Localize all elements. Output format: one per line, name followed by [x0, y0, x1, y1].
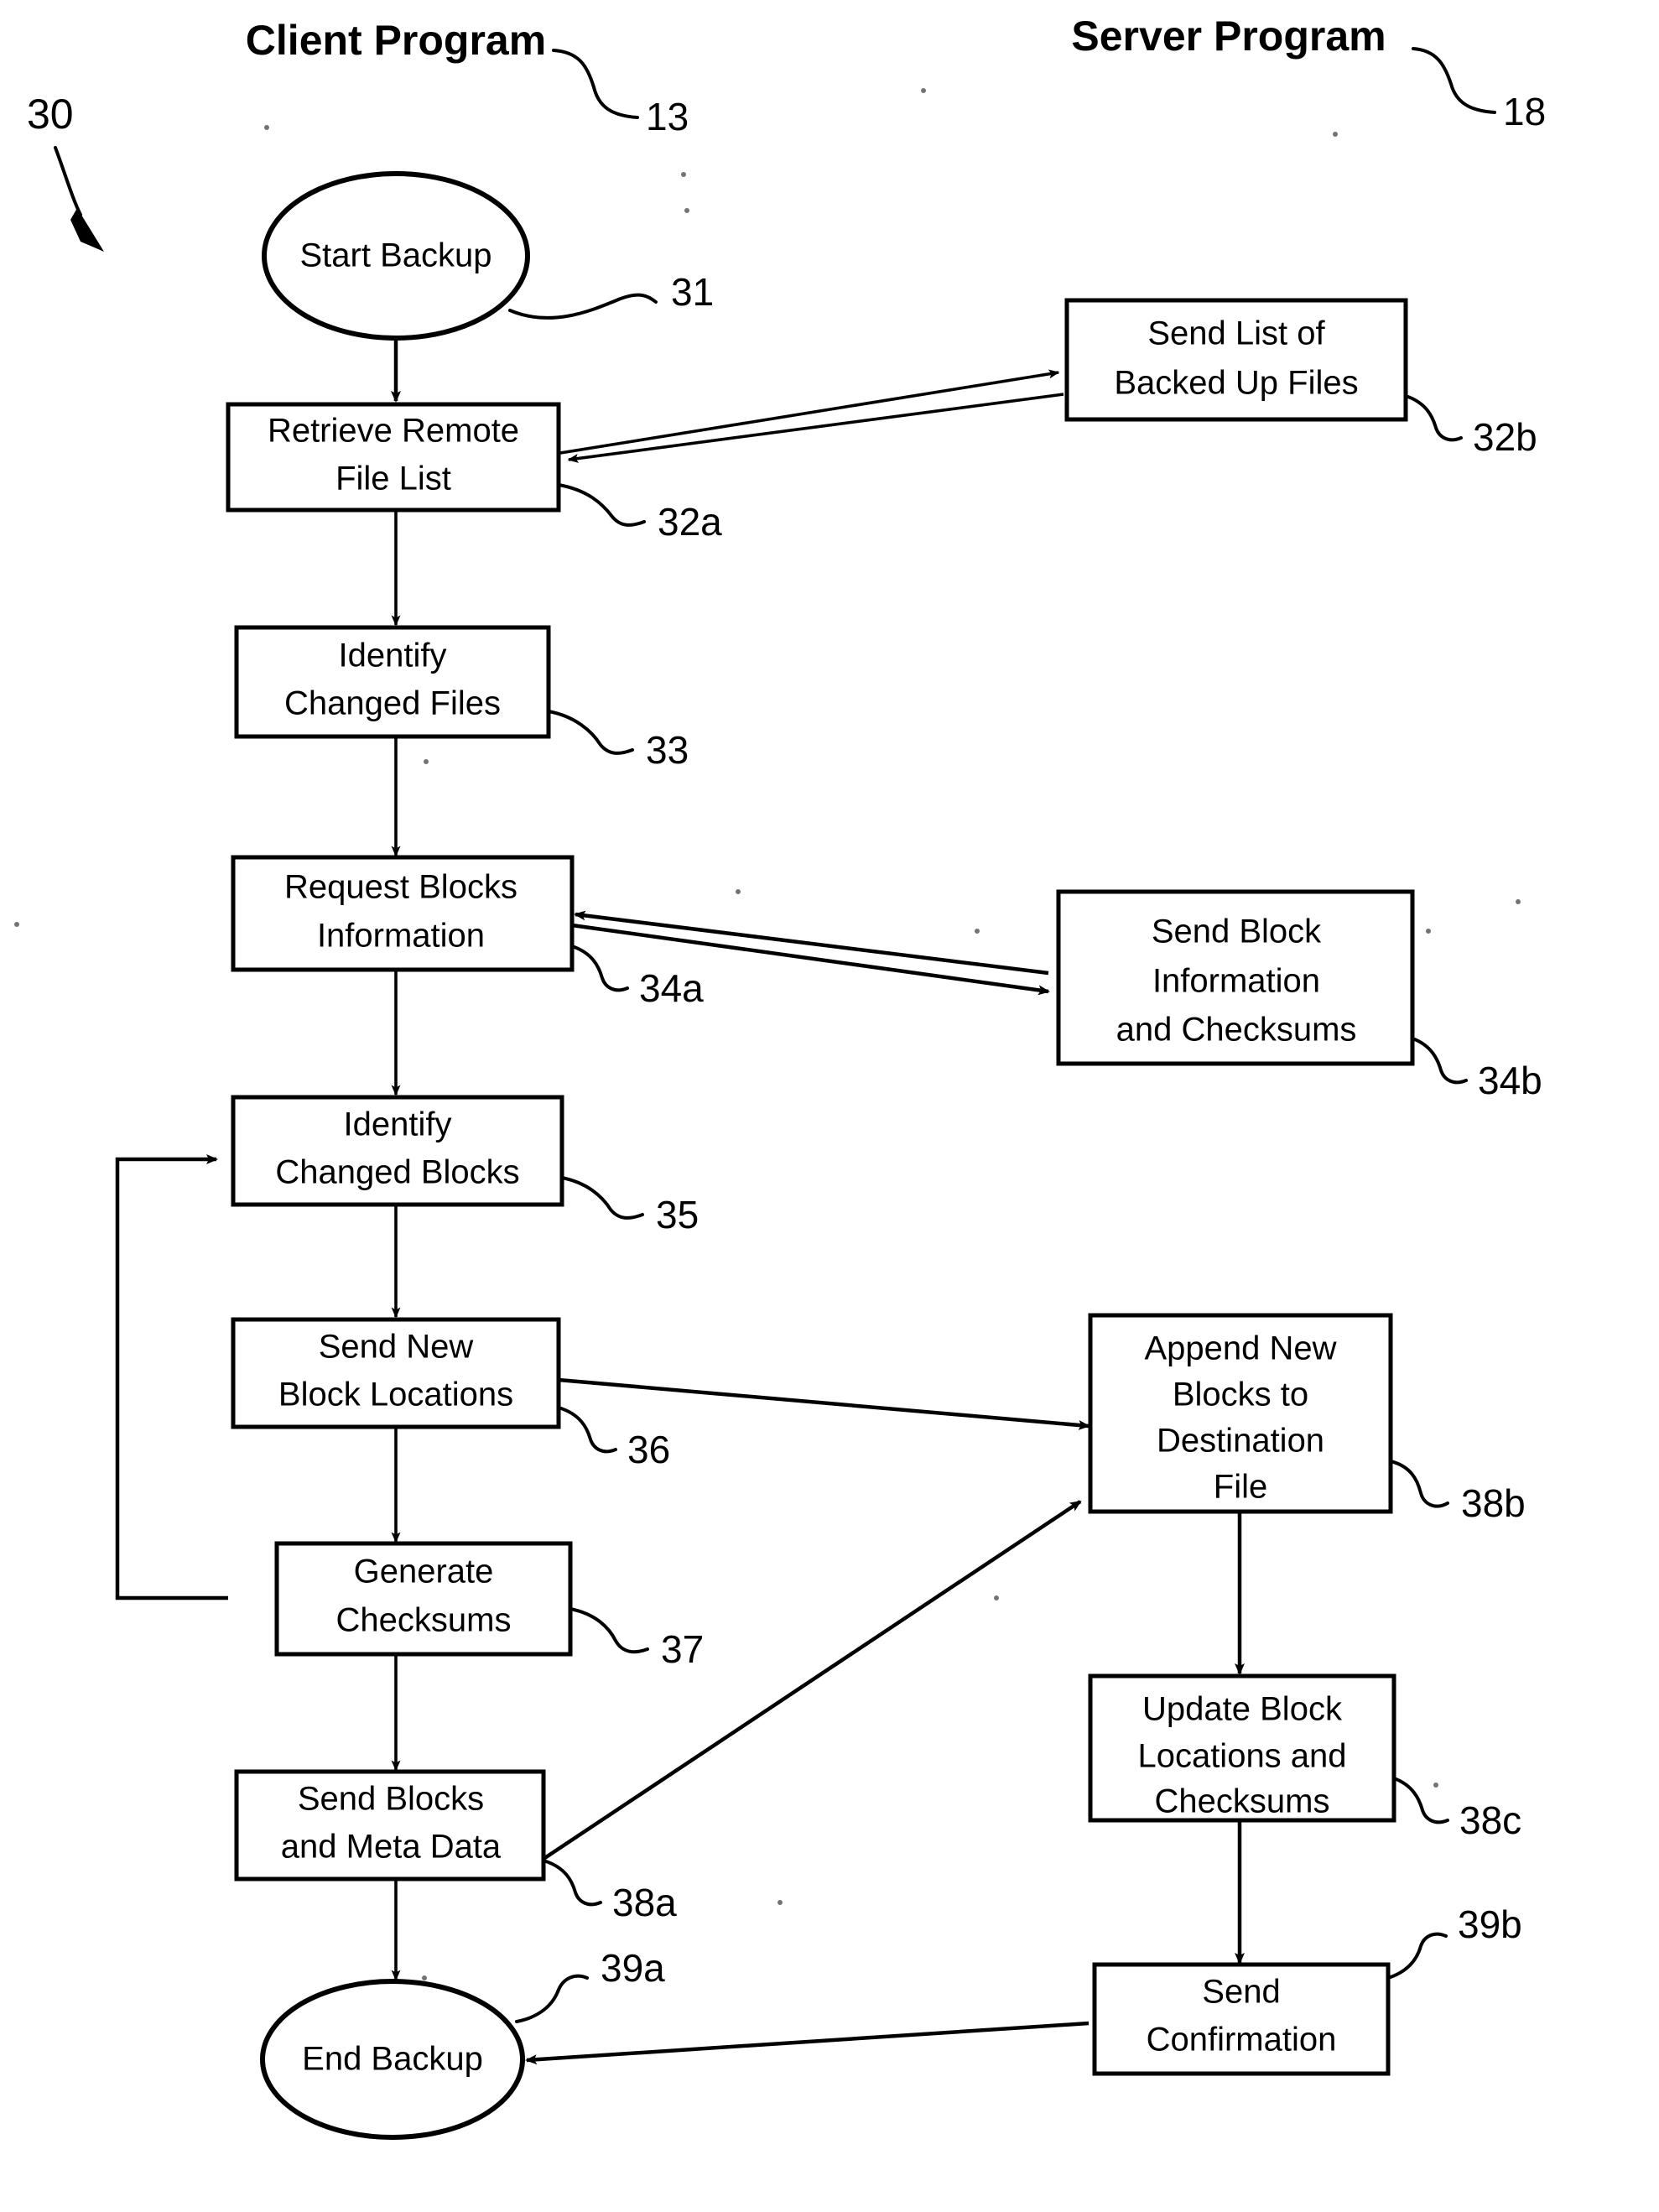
ref-send-blocks: 38a — [612, 1881, 677, 1924]
node-retrieve-remote-file-list[interactable]: Retrieve Remote File List — [226, 402, 561, 513]
node-send-new-block-locations[interactable]: Send New Block Locations — [231, 1317, 561, 1429]
leader-start-backup — [508, 293, 658, 320]
leader-send-confirm — [1386, 1932, 1448, 1980]
start-backup-label: Start Backup — [299, 237, 491, 274]
leader-server-title — [1412, 47, 1496, 114]
identify-blocks-label-line1: Identify — [344, 1106, 452, 1143]
edge-sendconfirm-to-endbackup — [525, 2021, 1090, 2065]
append-blocks-label-line3: Destination — [1157, 1423, 1324, 1460]
ref-client-program: 13 — [646, 95, 689, 138]
request-blocks-label-line1: Request Blocks — [284, 869, 517, 906]
append-blocks-label-line2: Blocks to — [1173, 1377, 1308, 1413]
ref-append-blocks: 38b — [1461, 1481, 1526, 1525]
leader-end-backup — [515, 1974, 589, 2023]
ref-identify-blocks: 35 — [656, 1193, 699, 1236]
send-locations-label-line1: Send New — [319, 1329, 474, 1366]
leader-append-blocks — [1389, 1460, 1449, 1508]
ref-send-block-info: 34b — [1478, 1059, 1542, 1102]
append-blocks-label-line4: File — [1214, 1469, 1267, 1506]
ref-send-list: 32b — [1473, 415, 1537, 459]
gen-checksums-label-line1: Generate — [354, 1554, 494, 1590]
edge-sendlocations-to-appendblocks — [558, 1377, 1090, 1430]
node-identify-changed-files[interactable]: Identify Changed Files — [234, 625, 551, 739]
leader-identify-blocks — [560, 1176, 644, 1220]
backup-process-flowchart: Client Program Server Program 13 18 30 S… — [14, 13, 1546, 2140]
leader-identify-files — [547, 710, 634, 755]
leader-retrieve-list — [557, 483, 646, 527]
append-blocks-label-line1: Append New — [1144, 1330, 1336, 1367]
send-list-label-line2: Backed Up Files — [1114, 365, 1358, 402]
ref-end-backup: 39a — [601, 1946, 665, 1990]
update-blocks-label-line2: Locations and — [1137, 1738, 1346, 1775]
server-program-title: Server Program — [1071, 13, 1386, 60]
send-block-info-label-line2: Information — [1152, 963, 1320, 1000]
edge-feedback-genchecksums-to-identifyblocks — [115, 1154, 228, 1600]
node-request-blocks-information[interactable]: Request Blocks Information — [231, 855, 575, 972]
node-append-new-blocks[interactable]: Append New Blocks to Destination File — [1088, 1313, 1393, 1514]
ref-server-program: 18 — [1503, 90, 1546, 133]
leader-send-list — [1404, 394, 1463, 442]
leader-update-blocks — [1392, 1777, 1449, 1824]
edge-sendlist-to-retrieve — [567, 393, 1064, 463]
identify-files-label-line1: Identify — [339, 638, 447, 674]
figure-arrow-shaft — [54, 146, 82, 216]
gen-checksums-label-line2: Checksums — [336, 1602, 512, 1639]
leader-gen-checksums — [569, 1607, 649, 1654]
node-send-confirmation[interactable]: Send Confirmation — [1092, 1962, 1391, 2076]
ref-update-blocks: 38c — [1459, 1798, 1521, 1842]
ref-send-locations: 36 — [627, 1428, 670, 1471]
node-send-block-information[interactable]: Send Block Information and Checksums — [1056, 889, 1415, 1066]
leader-send-blocks — [542, 1859, 602, 1907]
node-send-blocks-meta-data[interactable]: Send Blocks and Meta Data — [234, 1769, 546, 1882]
leader-send-block-info — [1411, 1037, 1468, 1085]
ref-gen-checksums: 37 — [661, 1627, 704, 1671]
leader-client-title — [552, 49, 639, 119]
send-confirm-label-line2: Confirmation — [1147, 2022, 1337, 2058]
edge-sendblocks-to-appendblocks — [542, 1500, 1082, 1861]
send-blocks-label-line1: Send Blocks — [298, 1781, 484, 1818]
send-list-label-line1: Send List of — [1147, 315, 1325, 352]
send-block-info-label-line3: and Checksums — [1116, 1012, 1357, 1049]
send-blocks-label-line2: and Meta Data — [281, 1829, 502, 1866]
send-confirm-label-line1: Send — [1202, 1974, 1280, 2011]
client-program-title: Client Program — [246, 17, 546, 64]
node-end-backup[interactable]: End Backup — [260, 1979, 525, 2140]
request-blocks-label-line2: Information — [317, 918, 485, 955]
node-send-list-backed-up-files[interactable]: Send List of Backed Up Files — [1064, 298, 1408, 422]
ref-retrieve-list: 32a — [658, 500, 722, 544]
update-blocks-label-line1: Update Block — [1142, 1691, 1343, 1728]
node-generate-checksums[interactable]: Generate Checksums — [274, 1541, 573, 1657]
patent-figure-page: Client Program Server Program 13 18 30 S… — [0, 0, 1659, 2212]
edge-retrieve-to-sendlist — [559, 369, 1060, 455]
retrieve-list-label-line1: Retrieve Remote — [268, 413, 519, 450]
identify-blocks-label-line2: Changed Blocks — [275, 1154, 519, 1191]
leader-request-blocks — [570, 945, 629, 992]
edge-sendblockinfo-to-requestblocks — [574, 910, 1049, 976]
figure-arrow-head — [70, 208, 104, 252]
figure-number: 30 — [27, 91, 74, 138]
update-blocks-label-line3: Checksums — [1155, 1783, 1330, 1820]
send-block-info-label-line1: Send Block — [1152, 913, 1322, 950]
node-start-backup[interactable]: Start Backup — [262, 171, 530, 341]
retrieve-list-label-line2: File List — [335, 461, 451, 497]
node-identify-changed-blocks[interactable]: Identify Changed Blocks — [231, 1095, 564, 1207]
identify-files-label-line2: Changed Files — [284, 685, 501, 722]
ref-identify-files: 33 — [646, 728, 689, 772]
end-backup-label: End Backup — [302, 2041, 483, 2078]
node-update-block-locations[interactable]: Update Block Locations and Checksums — [1088, 1673, 1396, 1823]
ref-start-backup: 31 — [671, 270, 714, 314]
send-locations-label-line2: Block Locations — [278, 1377, 513, 1413]
leader-send-locations — [557, 1406, 617, 1454]
ref-request-blocks: 34a — [639, 966, 704, 1010]
ref-send-confirm: 39b — [1458, 1902, 1522, 1946]
